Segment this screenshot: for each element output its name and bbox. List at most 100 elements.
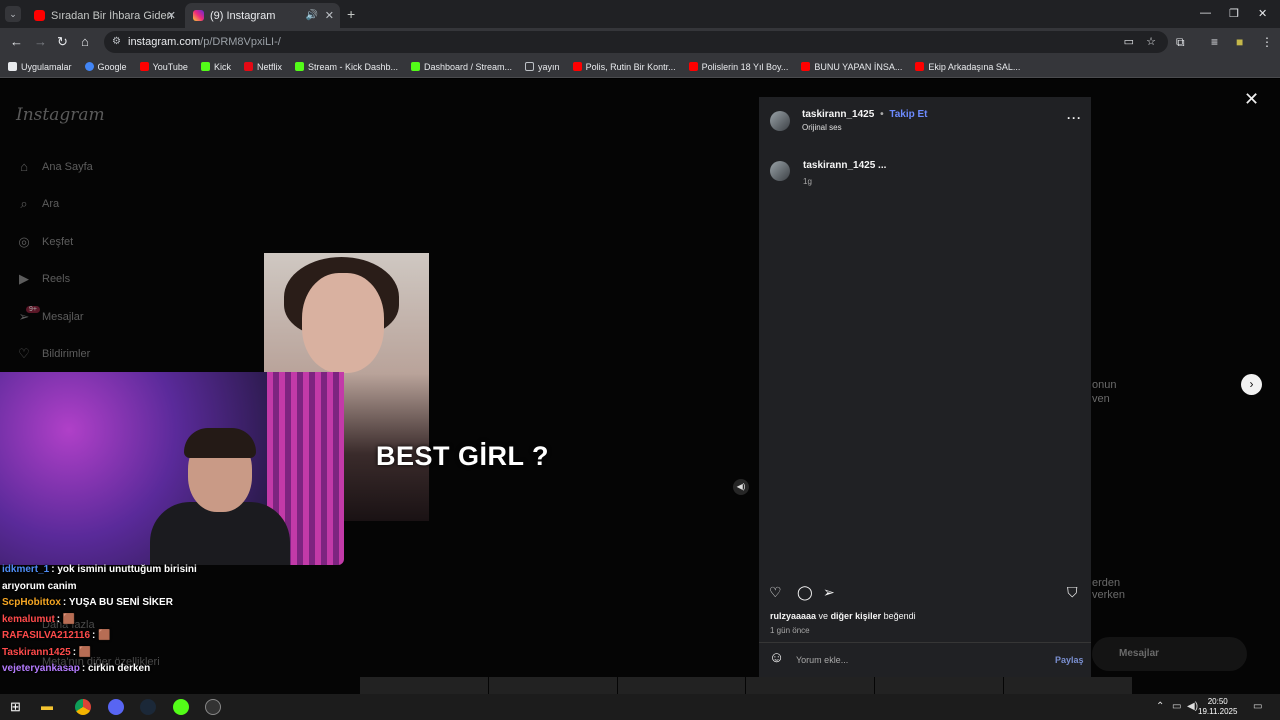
chat-message: RAFASILVA212116: 🟫 bbox=[2, 630, 111, 641]
search-icon: ⌕ bbox=[20, 196, 28, 211]
post-timestamp: 1 gün önce bbox=[770, 626, 810, 635]
youtube-icon bbox=[572, 62, 582, 71]
chat-message: kemalumut: 🟫 bbox=[2, 613, 76, 625]
extensions-icon[interactable]: ⧉ bbox=[1176, 35, 1185, 50]
sidebar-item-notifications[interactable]: ♡ Bildirimler bbox=[16, 346, 90, 362]
audio-playing-icon[interactable]: 🔊 bbox=[306, 10, 318, 21]
back-arrow-icon[interactable]: ← bbox=[10, 34, 23, 49]
emoji-icon[interactable]: ☺ bbox=[769, 649, 784, 666]
windows-start-icon[interactable]: ⊞ bbox=[10, 699, 21, 715]
discord-icon[interactable] bbox=[108, 699, 124, 715]
notification-icon[interactable]: ▭ bbox=[1253, 701, 1262, 712]
post-details-panel: taskirann_1425 • Takip Et Orijinal ses ·… bbox=[759, 97, 1091, 677]
messages-pill[interactable]: Mesajlar bbox=[1092, 637, 1247, 671]
audio-label[interactable]: Orijinal ses bbox=[802, 123, 842, 132]
chevron-up-icon[interactable]: ⌃ bbox=[1156, 701, 1164, 712]
reel-caption-overlay: BEST GİRL ? bbox=[376, 441, 550, 471]
tab-strip: ⌄ Sıradan Bir İhbara Giden Polisler ✕ (9… bbox=[0, 0, 1280, 28]
instagram-page: Instagram ⌂ Ana Sayfa ⌕ Ara ◎ Keşfet ▶ Reels… bbox=[0, 79, 1280, 694]
tab-title: Sıradan Bir İhbara Giden Polisler bbox=[51, 9, 174, 22]
bookmark-video-4[interactable]: Ekip Arkadaşına SAL... bbox=[915, 62, 1020, 72]
chat-message: vejeteryankasap: cirkin derken bbox=[2, 663, 151, 674]
bookmark-video-3[interactable]: BUNU YAPAN İNSA... bbox=[801, 62, 902, 72]
address-bar[interactable]: ⚙ instagram.com/p/DRM8VpxiLI-/ ▭ ☆ bbox=[104, 31, 1168, 53]
close-tab-icon[interactable]: ✕ bbox=[325, 9, 334, 22]
post-comment-button[interactable]: Paylaş bbox=[1055, 655, 1084, 665]
system-clock[interactable]: 20:50 19.11.2025 bbox=[1198, 697, 1237, 717]
app-icon[interactable] bbox=[173, 699, 189, 715]
save-bookmark-icon[interactable]: ⛉ bbox=[1067, 584, 1078, 601]
youtube-icon bbox=[915, 62, 925, 71]
youtube-icon bbox=[688, 62, 698, 71]
next-post-chevron-icon[interactable]: › bbox=[1241, 374, 1262, 395]
profile-icon[interactable]: ■ bbox=[1236, 35, 1243, 49]
more-options-icon[interactable]: ··· bbox=[1067, 111, 1082, 125]
window-close-button[interactable]: ✕ bbox=[1258, 7, 1267, 20]
url-path: /p/DRM8VpxiLI-/ bbox=[200, 36, 281, 48]
network-icon[interactable]: ▭ bbox=[1172, 701, 1181, 712]
bookmark-google[interactable]: Google bbox=[84, 62, 127, 72]
chat-message: Taskirann1425: 🟫 bbox=[2, 646, 92, 658]
bookmark-kick[interactable]: Kick bbox=[200, 62, 231, 72]
home-icon[interactable]: ⌂ bbox=[81, 34, 89, 49]
bookmark-kick-dashboard[interactable]: Stream - Kick Dashb... bbox=[294, 62, 398, 72]
comment-input[interactable]: Yorum ekle... bbox=[796, 655, 848, 665]
close-post-icon[interactable]: ✕ bbox=[1244, 89, 1259, 110]
sidebar-item-reels[interactable]: ▶ Reels bbox=[16, 271, 70, 287]
background-text: erden bbox=[1092, 577, 1121, 589]
instagram-logo[interactable]: Instagram bbox=[16, 105, 105, 125]
site-info-icon[interactable]: ⚙ bbox=[112, 31, 121, 53]
restore-button[interactable]: ❐ bbox=[1229, 7, 1239, 20]
bookmark-stream-dashboard[interactable]: Dashboard / Stream... bbox=[411, 62, 512, 72]
apps-grid-icon bbox=[8, 62, 17, 71]
sidebar-item-home[interactable]: ⌂ Ana Sayfa bbox=[16, 159, 93, 174]
sidebar-item-search[interactable]: ⌕ Ara bbox=[16, 196, 59, 212]
chrome-icon[interactable] bbox=[75, 699, 91, 715]
tab-instagram[interactable]: (9) Instagram 🔊 ✕ bbox=[185, 3, 340, 28]
minimize-button[interactable]: — bbox=[1200, 7, 1211, 19]
follow-button[interactable]: Takip Et bbox=[889, 109, 927, 120]
comment-icon[interactable]: ◯ bbox=[797, 584, 813, 601]
volume-icon[interactable]: ◀) bbox=[733, 479, 749, 495]
tab-youtube[interactable]: Sıradan Bir İhbara Giden Polisler ✕ bbox=[26, 3, 182, 28]
steam-icon[interactable] bbox=[140, 699, 156, 715]
share-icon[interactable]: ➢ bbox=[823, 584, 835, 601]
youtube-icon bbox=[34, 10, 45, 21]
netflix-icon bbox=[243, 62, 253, 71]
forward-arrow-icon[interactable]: → bbox=[34, 34, 47, 49]
menu-kebab-icon[interactable]: ⋮ bbox=[1261, 35, 1273, 49]
heart-icon: ♡ bbox=[18, 346, 30, 361]
avatar[interactable] bbox=[770, 111, 790, 131]
compass-icon: ◎ bbox=[18, 234, 30, 249]
sidebar-item-explore[interactable]: ◎ Keşfet bbox=[16, 234, 73, 250]
bookmark-star-icon[interactable]: ☆ bbox=[1146, 31, 1156, 53]
stream-chat-overlay: idkmert_1: yok ismini unuttuğum birisini… bbox=[2, 562, 237, 678]
tab-title: (9) Instagram bbox=[210, 9, 276, 22]
background-thumbnails bbox=[360, 677, 1132, 694]
close-tab-icon[interactable]: ✕ bbox=[167, 9, 176, 22]
bookmark-folder-yayin[interactable]: yayın bbox=[525, 62, 560, 72]
tab-search-button[interactable]: ⌄ bbox=[5, 6, 21, 22]
windows-taskbar: ⊞ ▬ ⌃ ▭ ◀) 20:50 19.11.2025 ▭ bbox=[0, 694, 1280, 720]
caption-username[interactable]: taskirann_1425 ... bbox=[803, 160, 886, 171]
volume-icon[interactable]: ◀) bbox=[1187, 701, 1198, 712]
cast-icon[interactable]: ▭ bbox=[1124, 31, 1134, 53]
like-heart-icon[interactable]: ♡ bbox=[769, 584, 782, 601]
post-username[interactable]: taskirann_1425 bbox=[802, 109, 874, 120]
background-text: onun bbox=[1092, 379, 1117, 391]
likes-summary[interactable]: rulzyaaaaa ve diğer kişiler beğendi bbox=[770, 611, 916, 621]
webcam-overlay bbox=[0, 372, 344, 565]
bookmark-video-2[interactable]: Polislerin 18 Yıl Boy... bbox=[688, 62, 788, 72]
reload-icon[interactable]: ↻ bbox=[57, 34, 68, 50]
bookmark-video-1[interactable]: Polis, Rutin Bir Kontr... bbox=[572, 62, 676, 72]
new-tab-button[interactable]: + bbox=[347, 6, 355, 22]
media-control-icon[interactable]: ≡ bbox=[1211, 35, 1218, 49]
app-icon[interactable] bbox=[205, 699, 221, 715]
bookmark-netflix[interactable]: Netflix bbox=[243, 62, 282, 72]
bookmark-apps[interactable]: Uygulamalar bbox=[8, 62, 72, 72]
browser-toolbar: ← → ↻ ⌂ ⚙ instagram.com/p/DRM8VpxiLI-/ ▭… bbox=[0, 28, 1280, 56]
avatar[interactable] bbox=[770, 161, 790, 181]
bookmark-youtube[interactable]: YouTube bbox=[139, 62, 188, 72]
file-explorer-icon[interactable]: ▬ bbox=[41, 699, 53, 713]
messages-pill-label: Mesajlar bbox=[1119, 648, 1160, 659]
